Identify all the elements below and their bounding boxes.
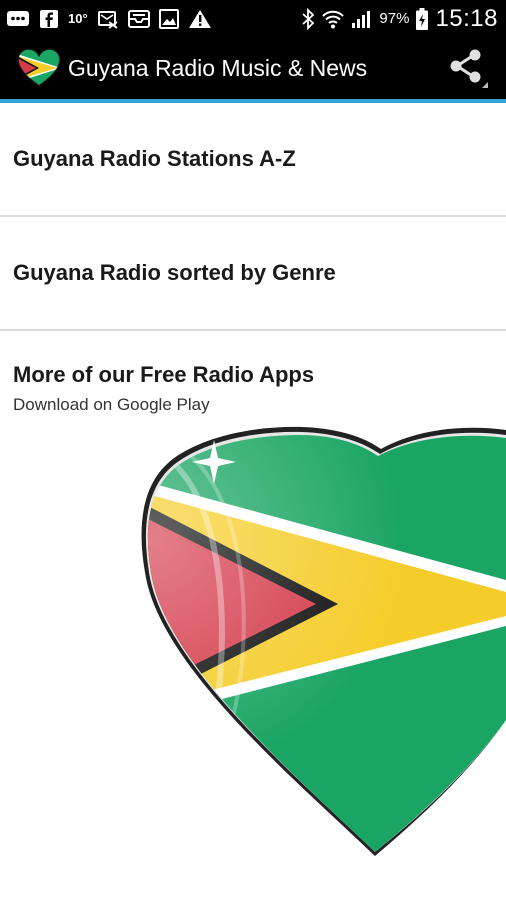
menu-item-stations-a-z[interactable]: Guyana Radio Stations A-Z (0, 103, 506, 217)
status-bar: 10° 97% 15:18 (0, 0, 506, 37)
promo-subtitle: Download on Google Play (13, 395, 210, 414)
menu-item-label: Guyana Radio Stations A-Z (13, 146, 296, 171)
menu-item-label: Guyana Radio sorted by Genre (13, 260, 336, 285)
action-bar: Guyana Radio Music & News (0, 37, 506, 99)
status-bar-system: 97% 15:18 (301, 0, 498, 37)
guyana-heart-flag-image[interactable] (0, 420, 506, 900)
app-title: Guyana Radio Music & News (68, 55, 368, 81)
menu-item-sorted-by-genre[interactable]: Guyana Radio sorted by Genre (0, 217, 506, 331)
share-button[interactable] (443, 45, 493, 91)
clock-text: 15:18 (435, 4, 498, 32)
menu-list: Guyana Radio Stations A-Z Guyana Radio s… (0, 103, 506, 331)
promo-title: More of our Free Radio Apps (13, 362, 315, 387)
temperature-text: 10° (68, 11, 88, 26)
mail-icon (127, 9, 150, 29)
wifi-icon (321, 8, 345, 30)
warning-icon (188, 9, 212, 29)
share-icon (450, 49, 488, 88)
bluetooth-icon (301, 7, 315, 30)
gallery-icon (158, 8, 179, 29)
signal-icon (351, 9, 373, 29)
battery-percent-text: 97% (379, 10, 410, 27)
battery-icon (415, 7, 429, 31)
status-bar-notifications: 10° (6, 0, 212, 37)
missed-call-icon (97, 9, 119, 29)
guyana-heart-flag-icon[interactable] (17, 48, 61, 88)
message-icon (6, 9, 30, 29)
promo-more-apps[interactable]: More of our Free Radio Apps Download on … (0, 346, 506, 900)
facebook-icon (39, 9, 59, 29)
